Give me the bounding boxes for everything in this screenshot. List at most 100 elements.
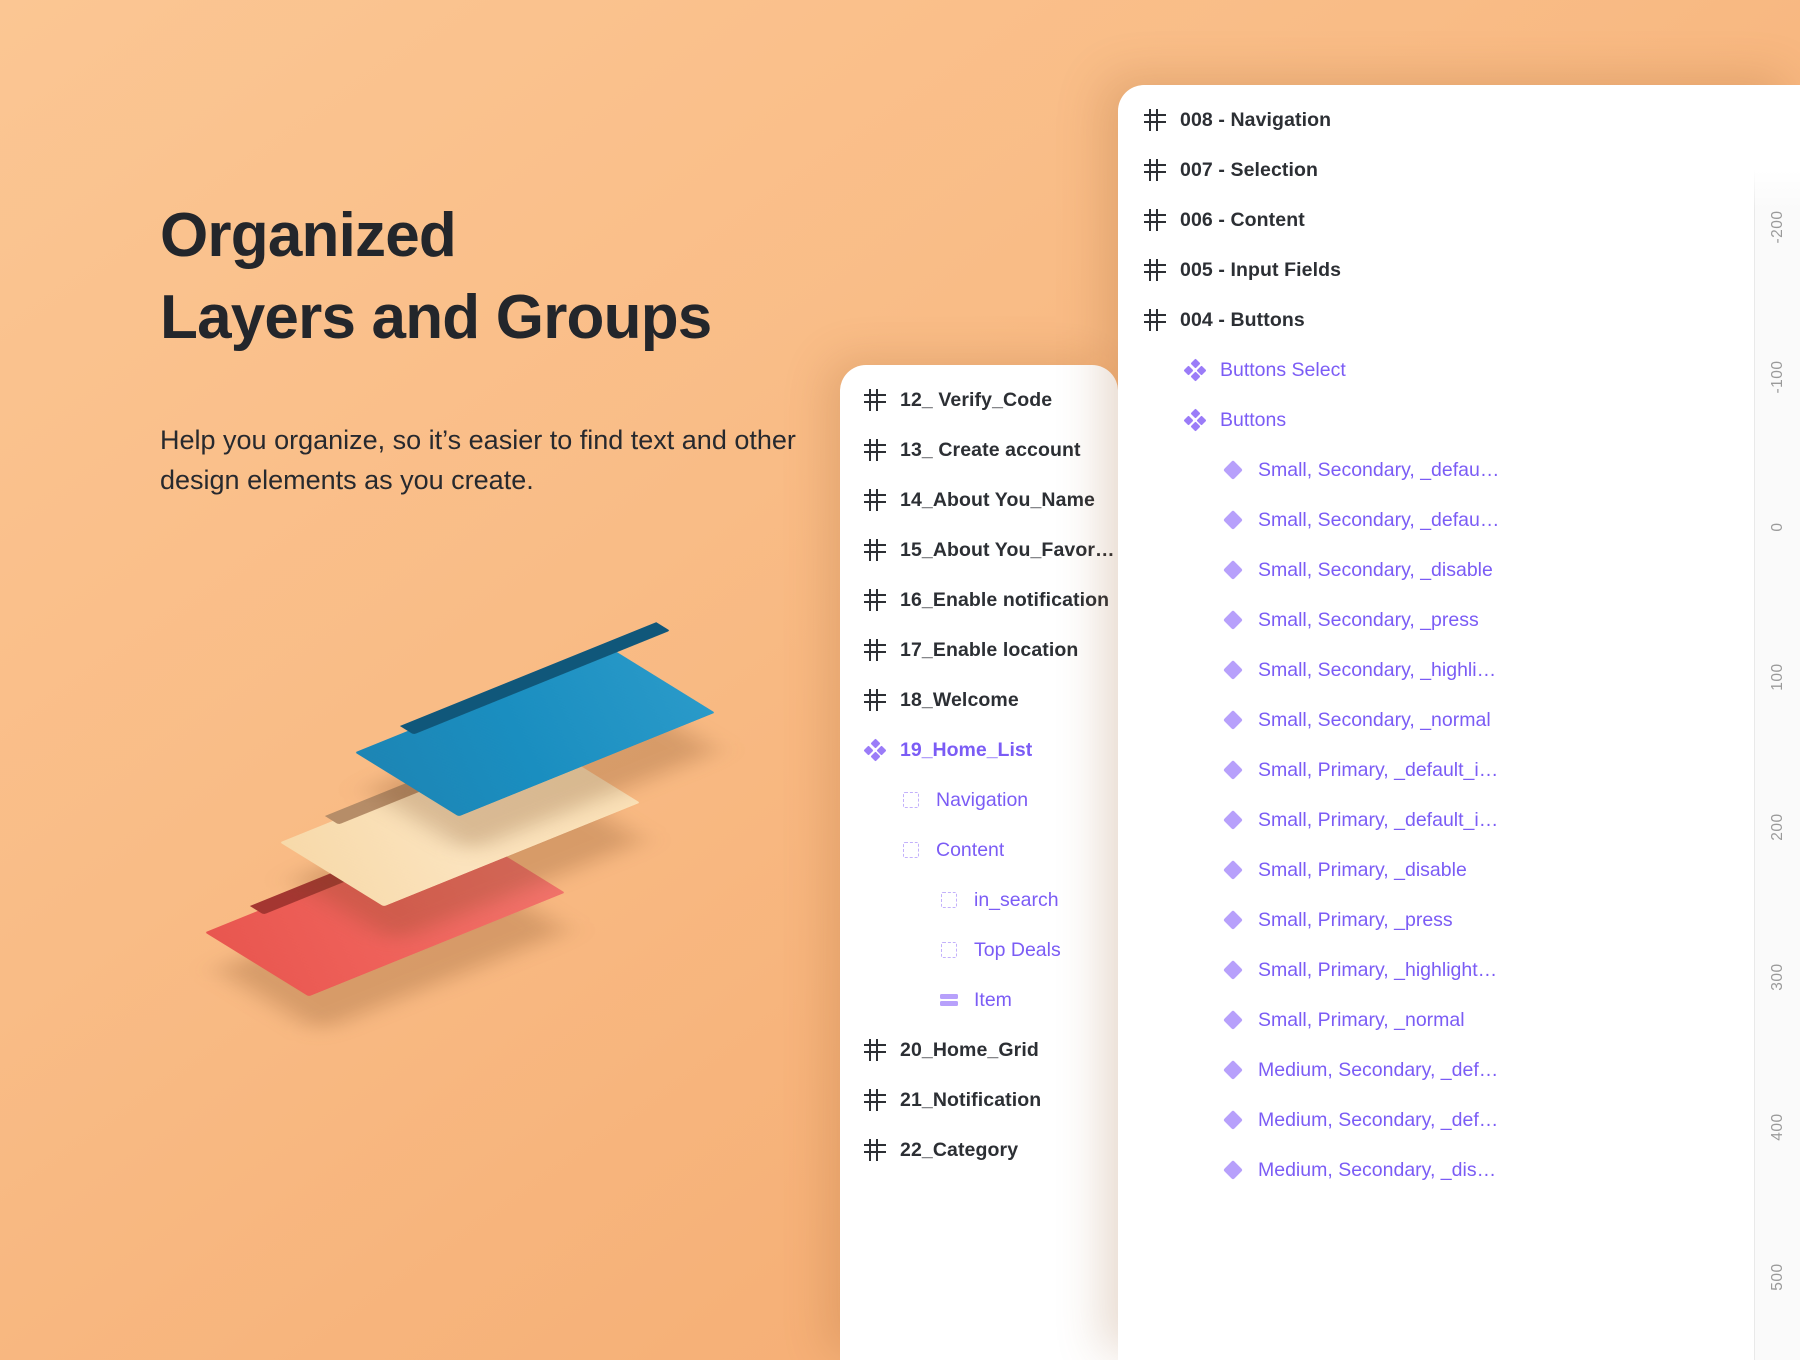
layer-row-label: Small, Secondary, _defau… <box>1258 459 1499 482</box>
layer-row[interactable]: Navigation <box>840 775 1118 825</box>
ruler-tick: -200 <box>1769 204 1787 250</box>
layer-row[interactable]: 16_Enable notification <box>840 575 1118 625</box>
layer-row[interactable]: Small, Primary, _press <box>1118 895 1800 945</box>
page-title-line-1: Organized <box>160 201 456 270</box>
page-title-line-2: Layers and Groups <box>160 277 820 359</box>
variant-icon <box>1222 459 1244 481</box>
layer-row[interactable]: Buttons <box>1118 395 1800 445</box>
layer-row-label: 12_ Verify_Code <box>900 389 1052 412</box>
layer-row[interactable]: Top Deals <box>840 925 1118 975</box>
layer-row-label: Content <box>936 839 1004 862</box>
component-icon <box>864 739 886 761</box>
variant-icon <box>1222 959 1244 981</box>
variant-icon <box>1222 1059 1244 1081</box>
layer-row[interactable]: 007 - Selection <box>1118 145 1800 195</box>
page-title: Organized Layers and Groups <box>160 195 820 359</box>
layer-row-label: Navigation <box>936 789 1028 812</box>
frame-icon <box>864 1139 886 1161</box>
layer-row[interactable]: 20_Home_Grid <box>840 1025 1118 1075</box>
layer-row-label: in_search <box>974 889 1059 912</box>
layer-row[interactable]: Content <box>840 825 1118 875</box>
layer-row[interactable]: 12_ Verify_Code <box>840 375 1118 425</box>
layer-row[interactable]: 13_ Create account <box>840 425 1118 475</box>
variant-icon <box>1222 709 1244 731</box>
layer-row-label: 008 - Navigation <box>1180 109 1331 132</box>
frame-icon <box>1144 159 1166 181</box>
layer-row[interactable]: in_search <box>840 875 1118 925</box>
list-icon <box>938 989 960 1011</box>
frame-icon <box>864 439 886 461</box>
layer-row[interactable]: Small, Primary, _disable <box>1118 845 1800 895</box>
component-set-icon <box>1184 409 1206 431</box>
layer-row-label: Small, Secondary, _normal <box>1258 709 1491 732</box>
layer-row[interactable]: Small, Secondary, _disable <box>1118 545 1800 595</box>
screenshot-root: Organized Layers and Groups Help you org… <box>0 0 1800 1360</box>
ruler-tick: 0 <box>1769 504 1787 550</box>
layer-row[interactable]: 21_Notification <box>840 1075 1118 1125</box>
layer-row[interactable]: Medium, Secondary, _def… <box>1118 1095 1800 1145</box>
layer-row[interactable]: Buttons Select <box>1118 345 1800 395</box>
frame-icon <box>864 1039 886 1061</box>
layer-row[interactable]: 22_Category <box>840 1125 1118 1175</box>
layers-panel[interactable]: 12_ Verify_Code 13_ Create account 14_Abou… <box>840 365 1118 1360</box>
layer-row[interactable]: Small, Primary, _default_i… <box>1118 745 1800 795</box>
ruler-tick: 100 <box>1769 654 1787 700</box>
layer-row[interactable]: Small, Secondary, _defau… <box>1118 495 1800 545</box>
variant-icon <box>1222 559 1244 581</box>
ruler-tick: 400 <box>1769 1104 1787 1150</box>
frame-icon <box>1144 209 1166 231</box>
layer-row[interactable]: 15_About You_Favorites <box>840 525 1118 575</box>
layer-row-label: 007 - Selection <box>1180 159 1318 182</box>
layer-row-label: Medium, Secondary, _dis… <box>1258 1159 1496 1182</box>
frame-icon <box>1144 259 1166 281</box>
layer-row-label: 21_Notification <box>900 1089 1041 1112</box>
layer-row[interactable]: Small, Secondary, _highli… <box>1118 645 1800 695</box>
layer-row-label: 14_About You_Name <box>900 489 1095 512</box>
group-icon <box>938 939 960 961</box>
layer-row-label: Small, Secondary, _defau… <box>1258 509 1499 532</box>
vertical-ruler[interactable]: -200-1000100200300400500 <box>1754 170 1800 1360</box>
layer-row[interactable]: Small, Secondary, _normal <box>1118 695 1800 745</box>
layer-row[interactable]: 005 - Input Fields <box>1118 245 1800 295</box>
layer-row[interactable]: Small, Primary, _default_i… <box>1118 795 1800 845</box>
layer-row[interactable]: 18_Welcome <box>840 675 1118 725</box>
layer-row-label: 16_Enable notification <box>900 589 1109 612</box>
layer-row[interactable]: Medium, Secondary, _def… <box>1118 1045 1800 1095</box>
layer-row[interactable]: 006 - Content <box>1118 195 1800 245</box>
frame-icon <box>864 1089 886 1111</box>
layer-row-label: Small, Secondary, _disable <box>1258 559 1493 582</box>
layer-row-label: 004 - Buttons <box>1180 309 1305 332</box>
layer-row-label: Small, Primary, _press <box>1258 909 1453 932</box>
layer-row[interactable]: Medium, Secondary, _dis… <box>1118 1145 1800 1195</box>
frame-icon <box>864 689 886 711</box>
layer-row-label: Small, Primary, _disable <box>1258 859 1467 882</box>
variant-icon <box>1222 1159 1244 1181</box>
assets-panel[interactable]: 008 - Navigation 007 - Selection 006 - Con… <box>1118 85 1800 1360</box>
layer-row-label: Item <box>974 989 1012 1012</box>
layer-row[interactable]: 004 - Buttons <box>1118 295 1800 345</box>
layer-row-label: 005 - Input Fields <box>1180 259 1341 282</box>
variant-icon <box>1222 1009 1244 1031</box>
layer-row[interactable]: Small, Primary, _highlight… <box>1118 945 1800 995</box>
layer-row[interactable]: 008 - Navigation <box>1118 95 1800 145</box>
layer-row[interactable]: 19_Home_List <box>840 725 1118 775</box>
frame-icon <box>864 539 886 561</box>
layer-row-label: 006 - Content <box>1180 209 1305 232</box>
group-icon <box>900 839 922 861</box>
layer-row[interactable]: Item <box>840 975 1118 1025</box>
layer-row[interactable]: 14_About You_Name <box>840 475 1118 525</box>
layer-row-label: Buttons <box>1220 409 1286 432</box>
ruler-tick: 500 <box>1769 1254 1787 1300</box>
layer-row[interactable]: 17_Enable location <box>840 625 1118 675</box>
layer-row-label: Top Deals <box>974 939 1061 962</box>
layer-row-label: 20_Home_Grid <box>900 1039 1039 1062</box>
layer-row-label: Small, Primary, _default_i… <box>1258 809 1498 832</box>
layer-row[interactable]: Small, Secondary, _defau… <box>1118 445 1800 495</box>
ruler-tick: 200 <box>1769 804 1787 850</box>
layer-row-label: Buttons Select <box>1220 359 1346 382</box>
layer-row[interactable]: Small, Secondary, _press <box>1118 595 1800 645</box>
layer-row[interactable]: Small, Primary, _normal <box>1118 995 1800 1045</box>
layer-row-label: Small, Secondary, _press <box>1258 609 1479 632</box>
frame-icon <box>864 639 886 661</box>
layer-row-label: 15_About You_Favorites <box>900 539 1118 562</box>
